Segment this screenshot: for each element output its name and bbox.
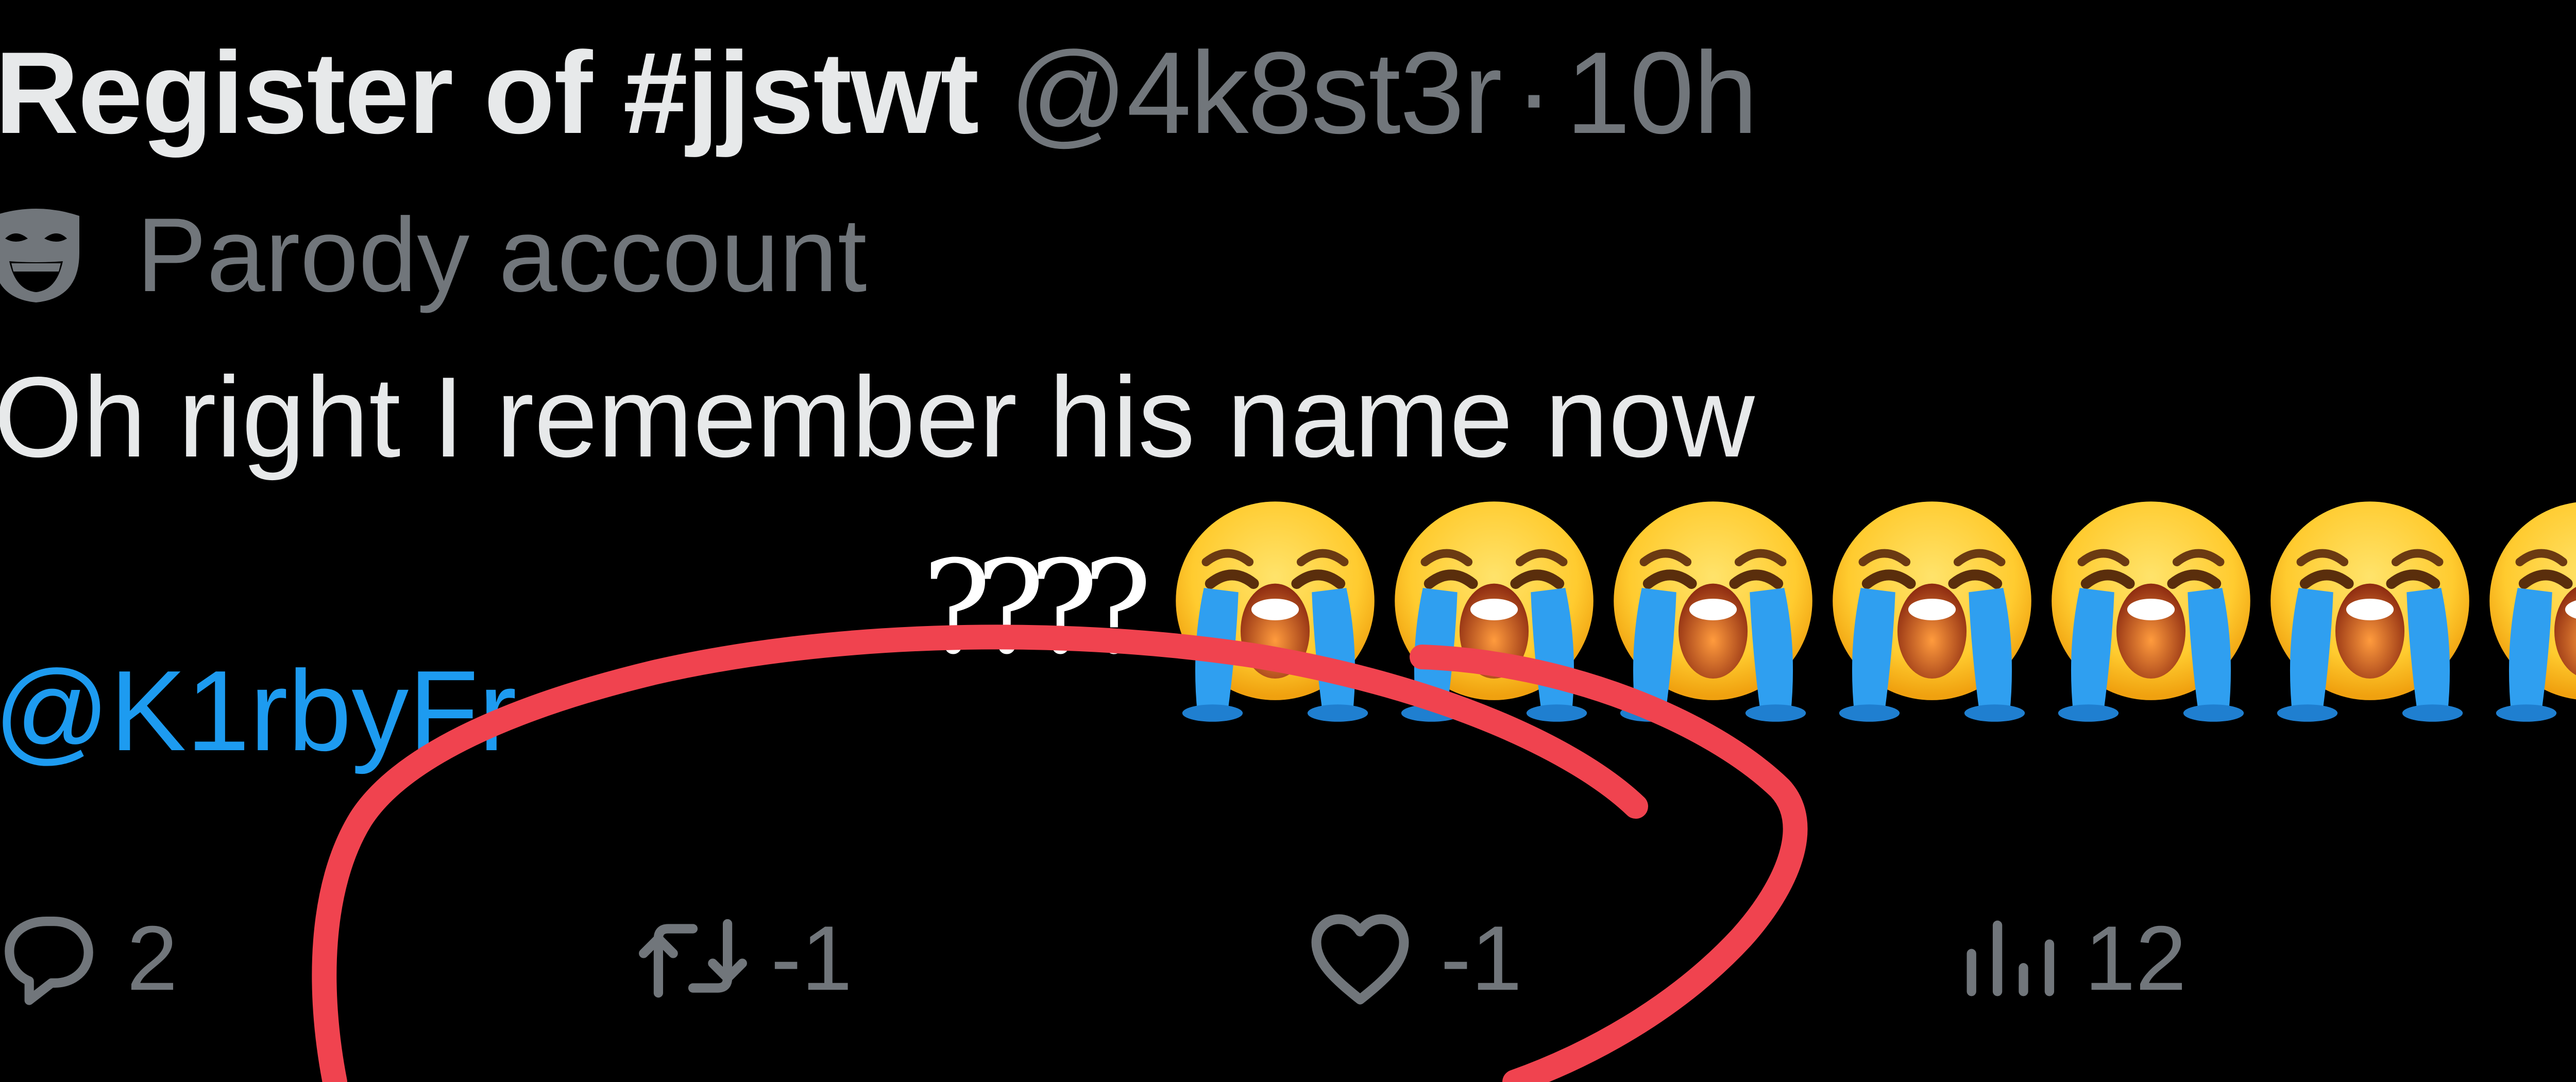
tweet-text: Oh right I remember his name now xyxy=(0,353,1755,481)
views-chart-icon xyxy=(1967,920,2055,996)
tweet-screenshot: Register of #jjstwt @4k8st3r · 10h Parody … xyxy=(0,0,2576,1082)
reply-icon xyxy=(5,917,93,1005)
loudly-crying-face-icon xyxy=(1176,501,1375,722)
timestamp[interactable]: 10h xyxy=(1566,27,1758,158)
loudly-crying-face-icon xyxy=(1614,501,1812,722)
views-count: 12 xyxy=(2084,907,2187,1009)
like-button[interactable]: -1 xyxy=(1298,881,1522,1036)
parody-account-label: Parody account xyxy=(137,196,867,314)
parody-label-row: Parody account xyxy=(0,180,867,330)
display-name[interactable]: Register of #jjstwt xyxy=(0,27,979,158)
retweet-button[interactable]: -1 xyxy=(634,881,852,1036)
like-count: -1 xyxy=(1440,907,1522,1009)
retweet-icon xyxy=(639,919,747,998)
loudly-crying-face-icon xyxy=(2270,501,2469,722)
loudly-crying-face-icon xyxy=(1395,501,1594,722)
user-handle[interactable]: @4k8st3r xyxy=(1009,27,1502,158)
loudly-crying-face-icon xyxy=(1833,501,2031,722)
retweet-count: -1 xyxy=(771,907,853,1009)
bookmark-icon xyxy=(2571,899,2576,1018)
reply-button[interactable]: 2 xyxy=(0,881,178,1036)
overlay-caption: ???? xyxy=(922,533,1152,683)
separator-dot: · xyxy=(1514,27,1553,158)
loudly-crying-face-icon xyxy=(2052,501,2250,722)
loudly-crying-face-icon xyxy=(2489,502,2576,722)
reply-count: 2 xyxy=(127,907,178,1009)
views-button[interactable]: 12 xyxy=(1953,881,2187,1036)
tweet-header: Register of #jjstwt @4k8st3r · 10h xyxy=(0,15,1758,170)
mention-link[interactable]: @K1rbyFr xyxy=(0,639,517,783)
theater-mask-icon xyxy=(0,209,79,302)
heart-icon xyxy=(1311,914,1409,1005)
bookmark-button[interactable] xyxy=(2571,881,2576,1036)
